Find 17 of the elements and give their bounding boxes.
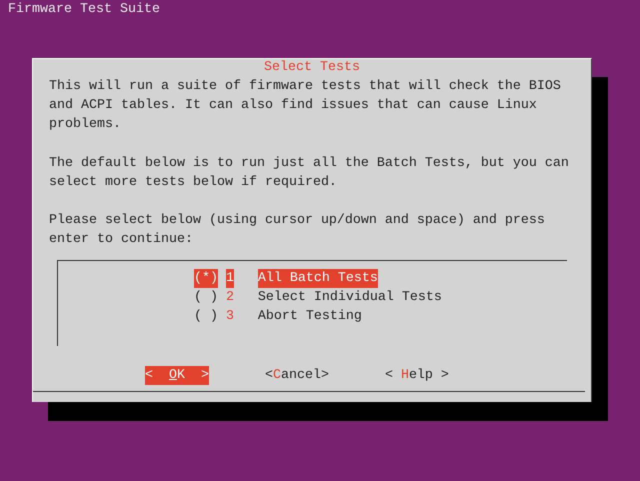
dialog-title: Select Tests [264,58,360,77]
item-number: 2 [226,288,234,307]
item-number: 3 [226,308,234,326]
menu-item[interactable]: All Batch Tests [258,268,378,288]
screen-title: Firmware Test Suite [7,1,161,19]
menu-item[interactable]: Abort Testing [258,307,362,326]
paragraph: This will run a suite of firmware tests that will check the BIOS and ACPI tables. It can also find issues that can cause Linux problems. [49,78,562,134]
radio-marker[interactable]: (*) [194,268,218,288]
radio-marker[interactable]: ( ) [194,307,218,326]
help-button[interactable]: < Help > [384,366,449,385]
ok-button[interactable]: < OK > [144,366,209,385]
item-number: 1 [226,268,234,288]
paragraph: Please select below (using cursor up/down and space) and press enter to continue: [49,212,546,250]
radio-marker[interactable]: ( ) [194,288,218,308]
cancel-button[interactable]: <Cancel> [264,366,329,385]
paragraph: The default below is to run just all the Batch Tests, but you can select more tests below if required. [49,154,570,192]
menu-item[interactable]: Select Individual Tests [258,288,442,308]
